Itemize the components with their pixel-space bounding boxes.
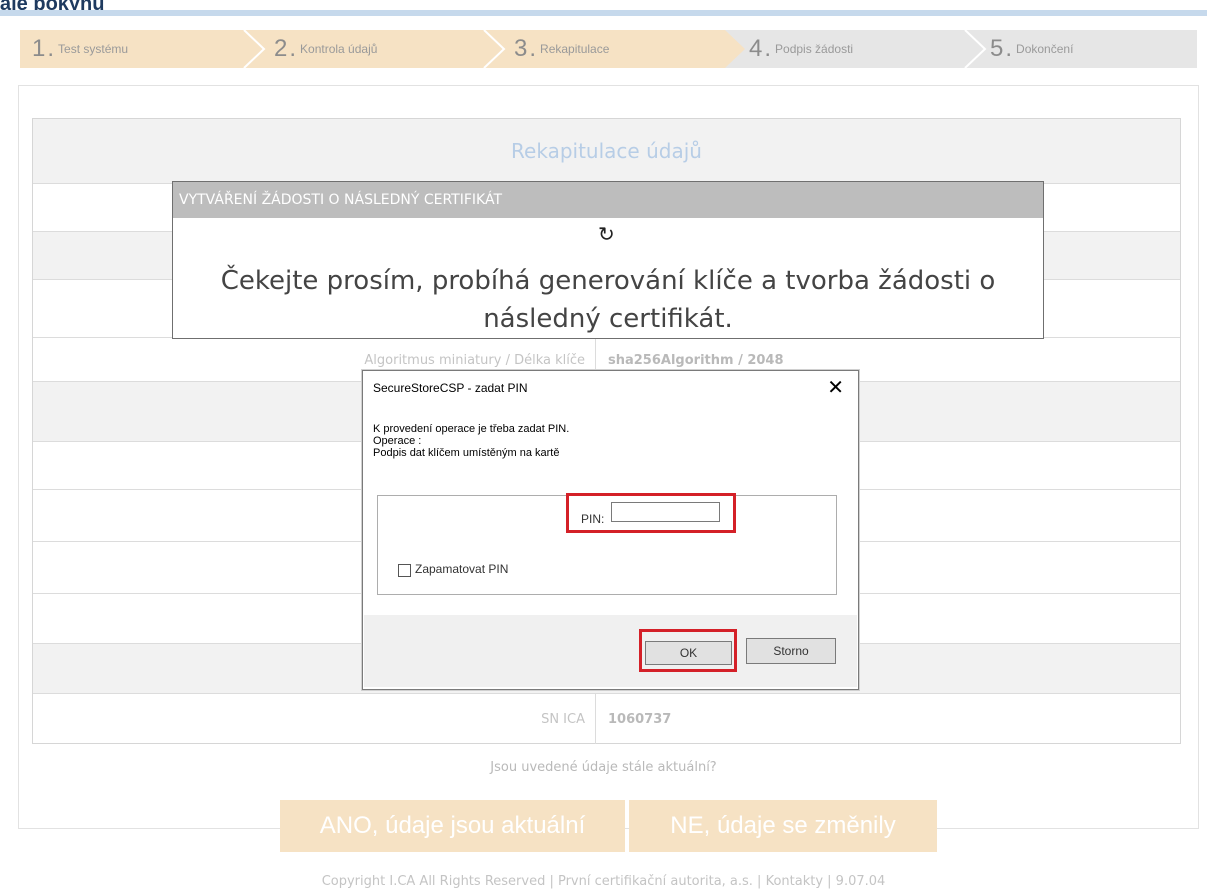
step-5-number: 5 — [990, 35, 1004, 62]
pin-highlight-box — [566, 493, 736, 533]
overlay-title: VYTVÁŘENÍ ŽÁDOSTI O NÁSLEDNÝ CERTIFIKÁT — [173, 182, 1043, 218]
data-current-button[interactable]: ANO, údaje jsou aktuální — [280, 800, 625, 852]
actuality-question: Jsou uvedené údaje stále aktuální? — [490, 760, 717, 775]
ok-highlight-box — [639, 629, 737, 672]
step-2-number: 2 — [274, 35, 288, 62]
row-label-sn-ica: SN ICA — [33, 694, 596, 744]
step-4-number: 4 — [749, 35, 763, 62]
step-4: 4. Podpis žádosti — [749, 35, 854, 62]
pin-dialog: SecureStoreCSP - zadat PIN ✕ K provedení… — [362, 370, 859, 690]
step-1-label: Test systému — [58, 42, 129, 56]
cancel-button[interactable]: Storno — [746, 638, 836, 664]
close-icon[interactable]: ✕ — [827, 375, 844, 400]
info-line-3: Podpis dat klíčem umístěným na kartě — [373, 447, 560, 459]
remember-pin-label[interactable]: Zapamatovat PIN — [415, 562, 508, 576]
top-accent-bar — [0, 10, 1207, 16]
row-value-sn-ica: 1060737 — [608, 711, 672, 727]
step-3-label: Rekapitulace — [540, 42, 610, 56]
remember-pin-checkbox[interactable] — [398, 564, 411, 577]
data-changed-button[interactable]: NE, údaje se změnily — [629, 800, 937, 852]
step-4-label: Podpis žádosti — [775, 42, 854, 56]
step-3-number: 3 — [514, 35, 528, 62]
wizard-steps: 1. Test systému 2. Kontrola údajů 3. Rek… — [20, 30, 1197, 68]
spinner-icon: ↻ — [598, 222, 615, 246]
table-row: SN ICA 1060737 — [33, 693, 1180, 744]
overlay-message: Čekejte prosím, probíhá generování klíče… — [220, 266, 996, 334]
progress-overlay: VYTVÁŘENÍ ŽÁDOSTI O NÁSLEDNÝ CERTIFIKÁT … — [172, 181, 1044, 339]
dialog-title: SecureStoreCSP - zadat PIN — [373, 381, 528, 395]
footer: Copyright I.CA All Rights Reserved | Prv… — [321, 874, 886, 889]
info-line-1: K provedení operace je třeba zadat PIN. — [373, 423, 570, 435]
info-line-2: Operace : — [373, 435, 422, 447]
step-3: 3. Rekapitulace — [514, 35, 610, 62]
step-2: 2. Kontrola údajů — [274, 35, 378, 62]
step-2-label: Kontrola údajů — [300, 42, 378, 56]
recap-title: Rekapitulace údajů — [33, 119, 1180, 184]
dialog-info: K provedení operace je třeba zadat PIN. … — [373, 423, 569, 459]
step-5-label: Dokončení — [1016, 42, 1074, 56]
step-1-number: 1 — [32, 35, 46, 62]
step-5: 5. Dokončení — [990, 35, 1074, 62]
step-1: 1. Test systému — [32, 35, 129, 62]
